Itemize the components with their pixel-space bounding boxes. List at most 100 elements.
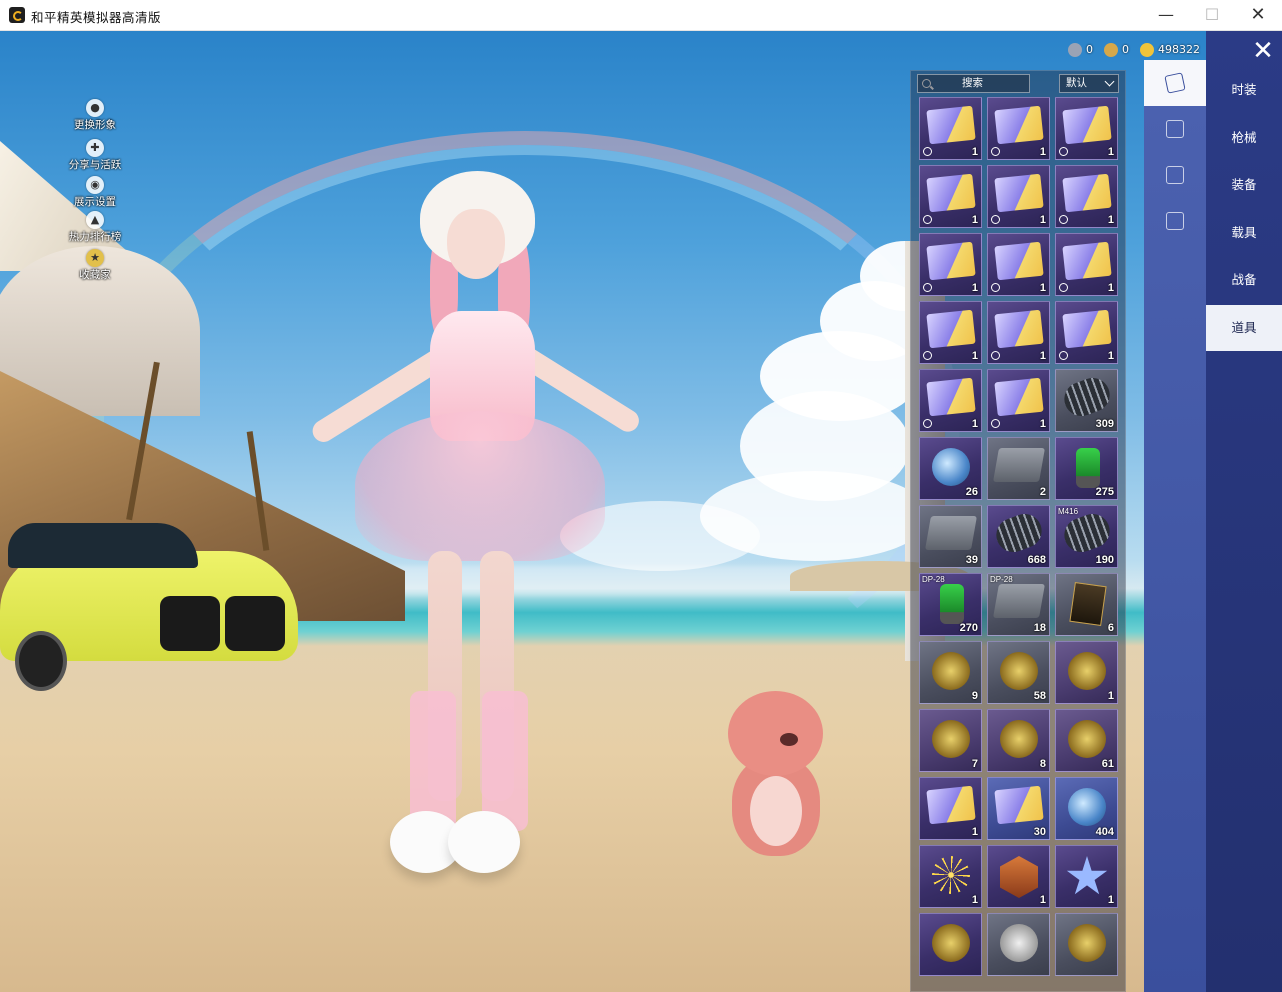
ticket-icon [926,241,976,281]
subtab-1[interactable] [1144,106,1206,152]
item-quantity: 30 [1033,826,1046,838]
subtab-0[interactable] [1144,60,1206,106]
category-tab[interactable]: 道具 [1206,304,1282,351]
inventory-item[interactable]: 1 [919,165,982,228]
sort-label: 默认 [1066,77,1087,89]
ticket-icon [994,377,1044,417]
item-quantity: 270 [959,622,978,634]
inventory-item[interactable]: 9 [919,641,982,704]
car-wheel [15,631,67,691]
ticket-icon [926,785,976,825]
inventory-item[interactable]: 8 [987,709,1050,772]
category-tab[interactable]: 载具 [1206,210,1282,256]
side-menu-collector[interactable]: ★ 收藏家 [60,249,130,282]
inventory-item[interactable] [987,913,1050,976]
item-quantity: 9 [971,690,978,702]
maximize-button[interactable]: ☐ [1189,0,1235,30]
item-tag: DP-28 [990,575,1013,584]
clock-icon [991,215,1000,224]
side-menu-share[interactable]: ✚ 分享与活跃 [60,139,130,172]
character-sock [482,691,528,831]
inventory-item[interactable]: 1 [919,845,982,908]
item-quantity: 1 [1107,350,1114,362]
window-close-button[interactable]: ✕ [1235,0,1281,30]
share-icon: ✚ [86,139,104,157]
inventory-item[interactable]: M416 190 [1055,505,1118,568]
inventory-item[interactable] [1055,913,1118,976]
search-input[interactable]: 搜索 [917,74,1030,93]
inventory-item[interactable]: 58 [987,641,1050,704]
orb-icon [1068,788,1106,826]
inventory-item[interactable]: 668 [987,505,1050,568]
pet-beaver[interactable] [720,671,830,871]
currency-medal: 0 [1104,42,1129,58]
inventory-item[interactable]: DP-28 270 [919,573,982,636]
car-grille [160,596,220,651]
spring-icon [1059,509,1115,557]
currency-value: 0 [1086,43,1093,56]
inventory-item[interactable]: 1 [1055,97,1118,160]
inventory-item[interactable]: 1 [1055,641,1118,704]
inventory-item[interactable]: 2 [987,437,1050,500]
subtab-3[interactable] [1144,198,1206,244]
inventory-item[interactable]: 1 [919,369,982,432]
category-tab[interactable]: 时装 [1206,67,1282,113]
inventory-item[interactable]: 39 [919,505,982,568]
side-menu-display-settings[interactable]: ◉ 展示设置 [60,176,130,209]
box-icon [925,516,977,550]
inventory-item[interactable]: 1 [987,369,1050,432]
inventory-item[interactable]: DP-28 18 [987,573,1050,636]
item-quantity: 404 [1095,826,1114,838]
clock-icon [923,419,932,428]
item-quantity: 1 [971,146,978,158]
ticket-icon [994,309,1044,349]
character-sock [410,691,456,831]
side-menu-rankings[interactable]: ▲ 热力排行榜 [60,211,130,244]
inventory-item[interactable]: 7 [919,709,982,772]
item-tag: DP-28 [922,575,945,584]
inventory-item[interactable]: 275 [1055,437,1118,500]
category-tab[interactable]: 枪械 [1206,115,1282,161]
ticket-icon [994,105,1044,145]
window-title: 和平精英模拟器高清版 [31,10,162,25]
close-panel-button[interactable]: ✕ [1248,38,1278,64]
inventory-item[interactable]: 404 [1055,777,1118,840]
star-icon [1066,856,1108,895]
character-skirt [355,411,605,561]
inventory-item[interactable]: 1 [1055,845,1118,908]
inventory-item[interactable]: 1 [919,233,982,296]
inventory-item[interactable] [919,913,982,976]
inventory-item[interactable]: 1 [1055,301,1118,364]
gold-coin-icon [1140,43,1154,57]
inventory-item[interactable]: 309 [1055,369,1118,432]
inventory-item[interactable]: 1 [919,301,982,364]
player-character[interactable] [270,171,670,891]
category-tab[interactable]: 战备 [1206,257,1282,303]
category-tab[interactable]: 装备 [1206,162,1282,208]
spring-icon [991,509,1047,557]
clock-icon [1059,283,1068,292]
sort-dropdown[interactable]: 默认 [1059,74,1119,93]
inventory-item[interactable]: 1 [987,301,1050,364]
inventory-item[interactable]: 1 [1055,233,1118,296]
item-quantity: 1 [1039,146,1046,158]
inventory-item[interactable]: 1 [987,845,1050,908]
inventory-item[interactable]: 1 [919,97,982,160]
inventory-item[interactable]: 6 [1055,573,1118,636]
side-menu-change-avatar[interactable]: ● 更换形象 [60,99,130,132]
item-tag: M416 [1058,507,1079,516]
inventory-item[interactable]: 61 [1055,709,1118,772]
inventory-item[interactable]: 1 [1055,165,1118,228]
orb-icon [932,448,970,486]
inventory-item[interactable]: 26 [919,437,982,500]
inventory-item[interactable]: 30 [987,777,1050,840]
subtab-2[interactable] [1144,152,1206,198]
inventory-item[interactable]: 1 [987,97,1050,160]
item-quantity: 18 [1033,622,1046,634]
minimize-button[interactable]: — [1143,0,1189,30]
item-quantity: 1 [1107,214,1114,226]
inventory-item[interactable]: 1 [987,165,1050,228]
inventory-item[interactable]: 1 [987,233,1050,296]
inventory-item[interactable]: 1 [919,777,982,840]
badge-icon [932,924,970,962]
